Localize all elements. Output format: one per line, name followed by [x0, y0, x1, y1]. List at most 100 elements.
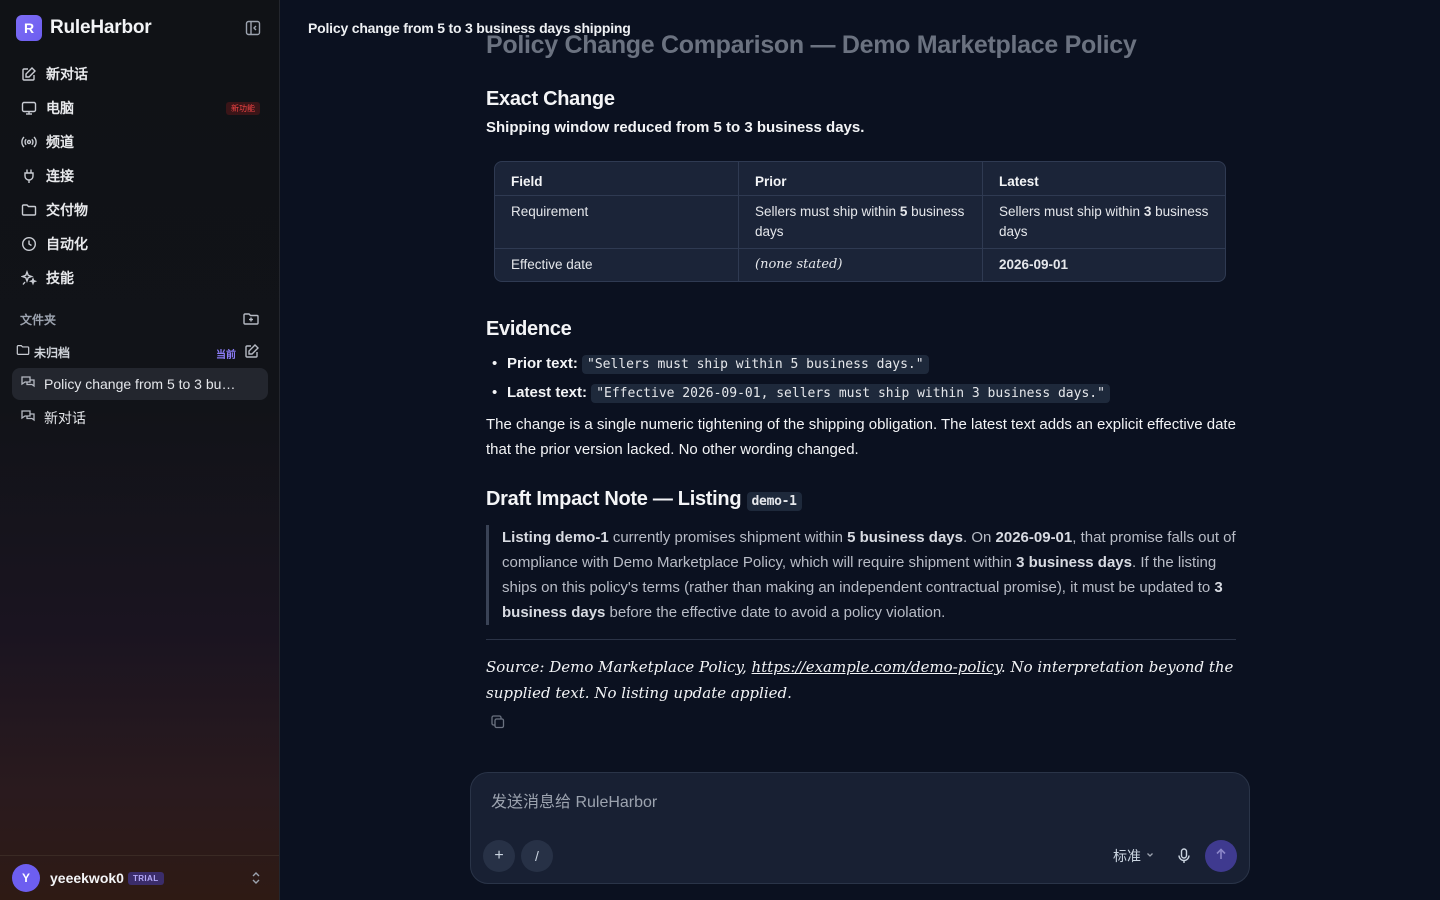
comparison-table: Field Prior Latest Requirement Sellers m…	[494, 161, 1226, 282]
mode-select[interactable]: 标准	[1113, 846, 1155, 866]
evidence-label: Prior text:	[507, 355, 578, 372]
sidebar-item-label: 连接	[46, 168, 74, 184]
quote-bold: 2026-09-01	[995, 529, 1073, 546]
clock-icon	[20, 235, 38, 253]
table-header-row: Field Prior Latest	[495, 162, 1225, 196]
table-cell: Effective date	[495, 248, 738, 281]
microphone-icon[interactable]	[1175, 847, 1193, 865]
message-composer: + / 标准	[470, 772, 1250, 884]
slash-icon: /	[535, 848, 539, 864]
table-cell: 2026-09-01	[982, 248, 1225, 281]
table-cell: (none stated)	[738, 248, 982, 281]
chat-bubble-icon	[20, 374, 36, 395]
divider	[486, 639, 1236, 640]
sidebar-item-deliverables[interactable]: 交付物	[12, 193, 268, 227]
table-cell: Requirement	[511, 204, 589, 219]
group-uncategorized[interactable]: 未归档 当前	[16, 342, 262, 362]
quote-text: . On	[963, 529, 996, 546]
evidence-code: "Effective 2026-09-01, sellers must ship…	[591, 384, 1110, 403]
chat-list: Policy change from 5 to 3 business days …	[12, 368, 268, 436]
new-folder-icon[interactable]	[242, 310, 260, 328]
sidebar-item-label: 电脑	[46, 100, 74, 116]
broadcast-icon	[20, 133, 38, 151]
table-cell: Sellers must ship within 5 business days	[738, 196, 982, 248]
cell-text: Sellers must ship within	[999, 204, 1144, 219]
folders-header: 文件夹	[20, 310, 260, 328]
brand-logo: R	[16, 15, 42, 41]
section-heading-evidence: Evidence	[486, 318, 572, 340]
quote-bold: Listing demo-1	[502, 529, 609, 546]
section-heading-exact-change: Exact Change	[486, 88, 615, 110]
plan-badge: TRIAL	[127, 871, 164, 885]
mode-label: 标准	[1113, 848, 1141, 864]
quote-text: currently promises shipment within	[608, 529, 848, 546]
sidebar-nav: 新对话 电脑 新功能 频道 连接 交付物 自动化 技能	[12, 57, 268, 295]
sidebar-item-automation[interactable]: 自动化	[12, 227, 268, 261]
chat-item-label: Policy change from 5 to 3 business days …	[44, 376, 240, 392]
impact-heading-text: Draft Impact Note — Listing	[486, 488, 742, 510]
list-item: Prior text: "Sellers must ship within 5 …	[486, 350, 1236, 379]
message-content: Policy Change Comparison — Demo Marketpl…	[486, 30, 1236, 730]
copy-icon[interactable]	[490, 714, 506, 730]
send-button[interactable]	[1205, 840, 1237, 872]
sidebar-item-label: 新对话	[46, 66, 88, 82]
collapse-sidebar-icon[interactable]	[244, 19, 262, 37]
folders-label: 文件夹	[20, 312, 57, 327]
plus-icon: +	[494, 847, 504, 864]
brand-name: RuleHarbor	[50, 17, 152, 38]
impact-note-quote: Listing demo-1 currently promises shipme…	[486, 525, 1236, 625]
sidebar-item-computer[interactable]: 电脑 新功能	[12, 91, 268, 125]
slash-command-button[interactable]: /	[521, 840, 553, 872]
source-text: Source: Demo Marketplace Policy,	[486, 658, 752, 676]
table-row: Requirement Sellers must ship within 5 b…	[495, 196, 1225, 248]
table-row: Effective date (none stated) 2026-09-01	[495, 248, 1225, 281]
user-menu[interactable]: Y yeeekwok0 TRIAL	[0, 855, 279, 900]
avatar: Y	[12, 864, 40, 892]
table-header: Prior	[738, 162, 982, 196]
quote-bold: 5 business days	[847, 529, 963, 546]
sidebar-item-skills[interactable]: 技能	[12, 261, 268, 295]
evidence-label: Latest text:	[507, 384, 588, 401]
source-link[interactable]: https://example.com/demo-policy	[752, 658, 1001, 676]
edit-icon[interactable]	[244, 343, 260, 359]
table-header: Field	[495, 162, 738, 196]
sidebar-item-label: 自动化	[46, 236, 88, 252]
change-summary: Shipping window reduced from 5 to 3 busi…	[486, 119, 865, 136]
folder-icon	[20, 201, 38, 219]
evidence-list: Prior text: "Sellers must ship within 5 …	[486, 350, 1236, 408]
list-item: Latest text: "Effective 2026-09-01, sell…	[486, 379, 1236, 408]
arrow-up-icon	[1214, 847, 1228, 866]
attach-button[interactable]: +	[483, 840, 515, 872]
table-header: Latest	[982, 162, 1225, 196]
sidebar-item-label: 交付物	[46, 202, 88, 218]
evidence-code: "Sellers must ship within 5 business day…	[582, 355, 929, 374]
quote-bold: 3 business days	[1016, 554, 1132, 571]
sidebar-item-connections[interactable]: 连接	[12, 159, 268, 193]
brand[interactable]: R RuleHarbor	[16, 15, 152, 41]
sidebar-item-new-chat[interactable]: 新对话	[12, 57, 268, 91]
group-label: 未归档	[34, 345, 71, 360]
quote-text: before the effective date to avoid a pol…	[605, 604, 946, 621]
monitor-icon	[20, 99, 38, 117]
section-heading-impact: Draft Impact Note — Listing demo-1	[486, 488, 1236, 511]
new-feature-badge: 新功能	[226, 102, 260, 115]
sidebar-item-channels[interactable]: 频道	[12, 125, 268, 159]
table-cell: Sellers must ship within 3 business days	[982, 196, 1225, 248]
chat-item-label: 新对话	[44, 410, 86, 426]
source-note: Source: Demo Marketplace Policy, https:/…	[486, 654, 1236, 706]
chat-item[interactable]: 新对话	[12, 402, 268, 434]
conversation-title: Policy change from 5 to 3 business days …	[308, 20, 631, 36]
message-input[interactable]	[491, 791, 1231, 815]
impact-heading-code: demo-1	[746, 492, 802, 511]
edit-icon	[20, 65, 38, 83]
evidence-paragraph: The change is a single numeric tightenin…	[486, 416, 1236, 458]
chat-item-active[interactable]: Policy change from 5 to 3 business days …	[12, 368, 268, 400]
chevron-down-icon	[1145, 847, 1155, 865]
chevron-up-down-icon	[249, 870, 263, 886]
current-badge: 当前	[216, 350, 236, 361]
sidebar: R RuleHarbor 新对话 电脑 新功能 频道 连接 交付物 自动化 技能…	[0, 0, 280, 900]
sidebar-item-label: 频道	[46, 134, 74, 150]
folder-icon	[16, 343, 30, 362]
user-name: yeeekwok0	[50, 870, 124, 886]
sidebar-item-label: 技能	[46, 270, 74, 286]
